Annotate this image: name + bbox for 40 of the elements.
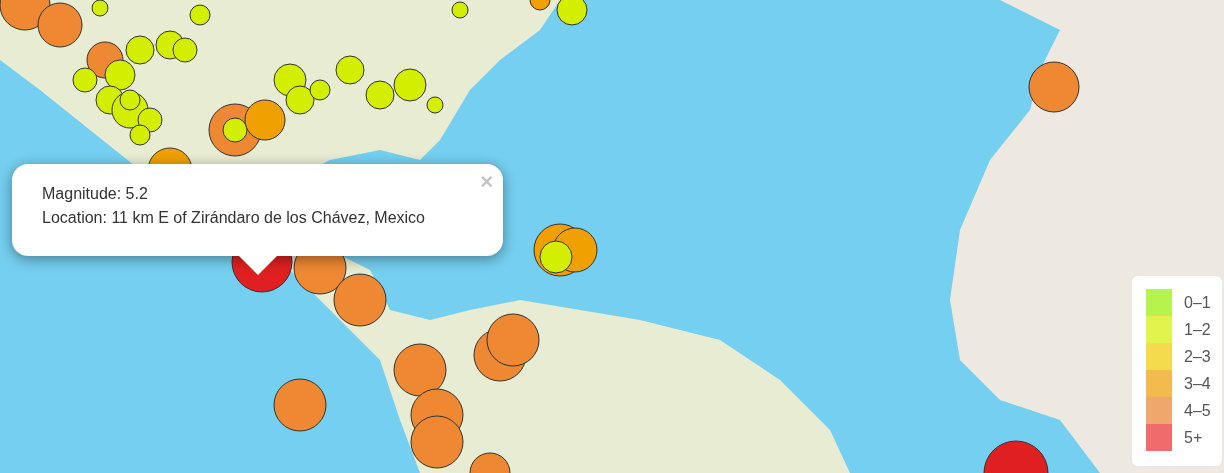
earthquake-marker[interactable] [393, 68, 427, 102]
earthquake-marker[interactable] [0, 0, 51, 31]
legend-label: 1–2 [1184, 319, 1211, 340]
popup-text: Magnitude: 5.2 [42, 184, 149, 204]
earthquake-marker[interactable] [451, 1, 469, 19]
earthquake-marker[interactable] [309, 79, 331, 101]
legend-label: 4–5 [1184, 400, 1211, 421]
earthquake-marker[interactable] [137, 107, 163, 133]
legend-label: 2–3 [1184, 346, 1211, 367]
close-button[interactable]: × [480, 170, 493, 194]
earthquake-marker[interactable] [410, 415, 464, 469]
earthquake-marker[interactable] [91, 0, 109, 17]
earthquake-marker[interactable] [393, 343, 447, 397]
earthquake-marker[interactable] [486, 313, 540, 367]
popup-text: Location: 11 km E of Zirándaro de los Chávez, Mexico [42, 208, 426, 228]
earthquake-marker[interactable] [529, 0, 551, 11]
legend-label: 0–1 [1184, 292, 1211, 313]
earthquake-marker[interactable] [189, 4, 211, 26]
earthquake-marker[interactable] [556, 0, 588, 26]
earthquake-marker[interactable] [244, 99, 286, 141]
earthquake-marker[interactable] [222, 117, 248, 143]
earthquake-marker[interactable] [273, 378, 327, 432]
earthquake-marker[interactable] [104, 59, 136, 91]
legend-label: 5+ [1184, 427, 1203, 448]
earthquake-marker[interactable] [285, 85, 315, 115]
earthquake-marker[interactable] [119, 89, 141, 111]
earthquake-marker[interactable] [469, 452, 511, 473]
earthquake-marker[interactable] [172, 37, 198, 63]
legend-label: 3–4 [1184, 373, 1211, 394]
earthquake-marker[interactable] [333, 273, 387, 327]
earthquake-marker[interactable] [129, 124, 151, 146]
earthquake-marker[interactable] [335, 55, 365, 85]
earthquake-marker[interactable] [983, 440, 1049, 473]
earthquake-marker[interactable] [1028, 61, 1080, 113]
earthquake-marker[interactable] [37, 2, 83, 48]
earthquake-marker[interactable] [426, 96, 444, 114]
earthquake-marker[interactable] [365, 80, 395, 110]
earthquake-marker[interactable] [539, 240, 573, 274]
earthquake-marker[interactable] [72, 67, 98, 93]
earthquake-marker[interactable] [125, 35, 155, 65]
